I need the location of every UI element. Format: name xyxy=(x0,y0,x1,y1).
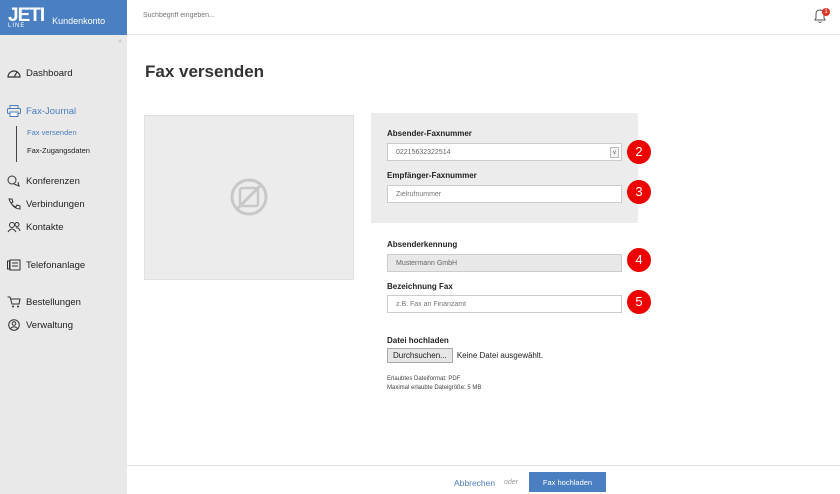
sidebar-item-bestellungen[interactable]: Bestellungen xyxy=(7,296,81,308)
recipient-fax-field xyxy=(387,185,622,203)
form-footer: Abbrechen oder Fax hochladen xyxy=(127,465,840,494)
sidebar: JETI LINE Kundenkonto « Dashboard Fax-Jo… xyxy=(0,0,127,494)
sidebar-item-label: Verwaltung xyxy=(26,319,74,331)
fax-preview xyxy=(144,115,354,280)
brand-header[interactable]: JETI LINE Kundenkonto xyxy=(0,0,127,35)
logo: JETI LINE xyxy=(8,6,45,29)
cancel-link[interactable]: Abbrechen xyxy=(454,478,495,488)
sidebar-item-kontakte[interactable]: Kontakte xyxy=(7,221,64,233)
sidebar-subitem-fax-versenden[interactable]: Fax versenden xyxy=(27,126,90,144)
chevron-down-icon[interactable]: v xyxy=(610,147,619,158)
sender-id-field: Mustermann GmbH xyxy=(387,254,622,272)
phone-icon xyxy=(8,198,21,210)
brand-title: Kundenkonto xyxy=(52,15,106,26)
dashboard-icon xyxy=(7,70,21,78)
file-upload: Durchsuchen... Keine Datei ausgewählt. xyxy=(387,348,543,363)
no-preview-icon xyxy=(230,178,268,216)
sidebar-subitem-fax-zugangsdaten[interactable]: Fax-Zugangsdaten xyxy=(27,144,90,162)
sidebar-item-telefonanlage[interactable]: Telefonanlage xyxy=(7,259,85,271)
sender-fax-label: Absender-Faxnummer xyxy=(387,129,472,138)
pbx-icon xyxy=(7,259,21,271)
sidebar-item-label: Dashboard xyxy=(26,67,73,79)
sidebar-item-label: Konferenzen xyxy=(26,175,80,187)
or-text: oder xyxy=(504,479,519,486)
sender-id-value: Mustermann GmbH xyxy=(396,259,458,267)
sidebar-item-label: Telefonanlage xyxy=(26,259,86,271)
sidebar-item-verbindungen[interactable]: Verbindungen xyxy=(7,198,85,210)
file-status: Keine Datei ausgewählt. xyxy=(456,351,544,360)
step-badge: 2 xyxy=(627,140,651,164)
logo-sub: LINE xyxy=(8,23,26,29)
sidebar-item-label: Kontakte xyxy=(26,221,64,233)
sender-id-label: Absenderkennung xyxy=(387,240,458,249)
fax-name-input[interactable] xyxy=(396,300,613,308)
step-badge: 5 xyxy=(627,290,651,314)
sender-fax-select[interactable]: 02215632322514 v xyxy=(387,143,622,161)
sidebar-item-label: Verbindungen xyxy=(26,198,85,210)
upload-fax-button[interactable]: Fax hochladen xyxy=(529,472,606,492)
sidebar-item-label: Fax-Journal xyxy=(26,105,77,117)
fax-journal-submenu: Fax versenden Fax-Zugangsdaten xyxy=(16,126,90,162)
fax-name-label: Bezeichnung Fax xyxy=(387,282,453,291)
sidebar-item-dashboard[interactable]: Dashboard xyxy=(7,67,72,79)
recipient-fax-input[interactable] xyxy=(396,190,613,198)
collapse-sidebar-icon[interactable]: « xyxy=(118,38,122,45)
contacts-icon xyxy=(7,222,21,233)
conference-icon xyxy=(7,175,20,187)
format-hint: Erlaubtes Dateiformat: PDF xyxy=(387,376,461,382)
step-badge: 3 xyxy=(627,180,651,204)
search-input[interactable] xyxy=(143,12,343,19)
sidebar-item-konferenzen[interactable]: Konferenzen xyxy=(7,175,80,187)
notification-badge: 1 xyxy=(822,8,830,16)
cart-icon xyxy=(7,296,21,308)
fax-name-field xyxy=(387,295,622,313)
top-bar: 1 xyxy=(127,0,840,35)
printer-icon xyxy=(7,105,21,117)
size-hint: Maximal erlaubte Dateigröße: 5 MB xyxy=(387,385,482,391)
browse-button[interactable]: Durchsuchen... xyxy=(387,348,453,363)
admin-icon xyxy=(8,319,20,331)
upload-label: Datei hochladen xyxy=(387,336,449,345)
step-badge: 4 xyxy=(627,248,651,272)
sidebar-item-label: Bestellungen xyxy=(26,296,81,308)
sidebar-item-verwaltung[interactable]: Verwaltung xyxy=(7,319,73,331)
page-title: Fax versenden xyxy=(145,62,265,81)
sender-fax-value: 02215632322514 xyxy=(396,148,451,156)
sidebar-item-fax-journal[interactable]: Fax-Journal xyxy=(7,105,76,117)
recipient-fax-label: Empfänger-Faxnummer xyxy=(387,171,477,180)
